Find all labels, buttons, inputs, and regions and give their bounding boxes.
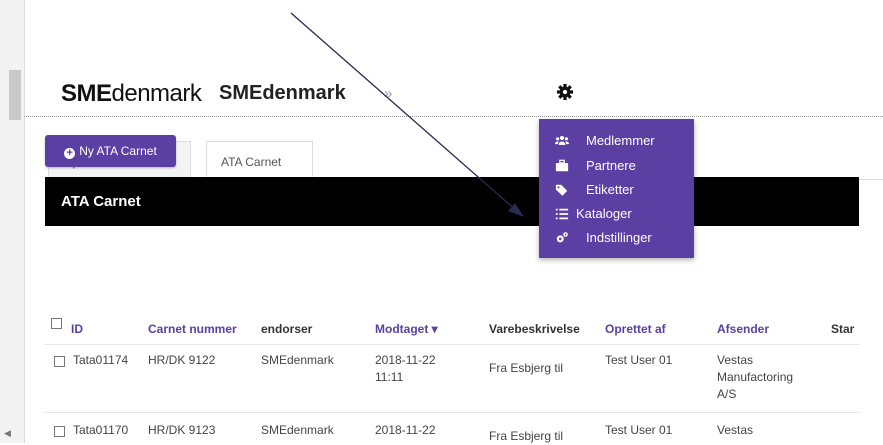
column-header-star: Star <box>831 322 855 336</box>
menu-item-label: Indstillinger <box>586 230 652 245</box>
cell-varebeskrivelse: Fra Esbjerg til <box>489 361 564 375</box>
panel-title: ATA Carnet <box>61 193 141 210</box>
select-all-checkbox[interactable] <box>51 318 62 329</box>
cell-id: Tata01170 <box>73 423 129 437</box>
menu-item-medlemmer[interactable]: Medlemmer <box>539 129 694 153</box>
column-header-varebeskrivelse: Varebeskrivelse <box>489 322 580 336</box>
panel-header: ATA Carnet <box>45 177 859 226</box>
list-icon <box>555 208 569 220</box>
cell-varebeskrivelse: Fra Esbjerg til <box>489 429 564 443</box>
logo-bold-text: SME <box>61 80 112 107</box>
cell-carnet: HR/DK 9123 <box>148 423 216 437</box>
left-scrollbar[interactable]: ◀ <box>0 0 25 443</box>
app-header: SMEdenmark SMEdenmark » <box>24 68 883 117</box>
cell-id: Tata01174 <box>73 353 129 367</box>
cell-endorser: SMEdenmark <box>261 423 334 437</box>
gears-icon <box>556 232 568 243</box>
tags-icon <box>555 184 568 196</box>
new-button-label: Ny ATA Carnet <box>79 143 157 158</box>
menu-item-etiketter[interactable]: Etiketter <box>539 178 694 202</box>
menu-item-kataloger[interactable]: Kataloger <box>539 202 694 226</box>
plus-circle-icon: + <box>64 147 76 159</box>
menu-item-label: Etiketter <box>586 182 634 197</box>
cell-oprettet-af: Test User 01 <box>605 353 673 367</box>
column-header-afsender[interactable]: Afsender <box>717 322 769 336</box>
app-frame: SMEdenmark SMEdenmark » Oprindelsescerti… <box>24 68 883 443</box>
menu-item-label: Partnere <box>586 158 636 173</box>
settings-dropdown-menu: Medlemmer Partnere Etiketter Kataloger I… <box>539 119 694 258</box>
cell-afsender-line1: Vestas <box>717 423 754 437</box>
logo-thin-text: denmark <box>111 80 202 107</box>
chevron-right-icon: » <box>384 85 393 102</box>
menu-item-indstillinger[interactable]: Indstillinger <box>539 226 694 250</box>
column-header-id[interactable]: ID <box>71 322 83 336</box>
column-header-endorser: endorser <box>261 322 313 336</box>
cell-modtaget-time: 11:11 <box>375 370 404 384</box>
column-header-carnet-nummer[interactable]: Carnet nummer <box>148 322 237 336</box>
users-icon <box>555 135 569 145</box>
column-header-modtaget[interactable]: Modtaget ▾ <box>375 322 438 336</box>
organization-title: SMEdenmark <box>219 82 346 104</box>
cell-endorser: SMEdenmark <box>261 353 334 367</box>
row-divider <box>45 344 859 345</box>
row-divider <box>45 412 859 413</box>
cell-oprettet-af: Test User 01 <box>605 423 673 437</box>
cell-afsender-line2: Manufactoring <box>717 370 794 384</box>
column-header-oprettet-af[interactable]: Oprettet af <box>605 322 666 336</box>
cell-modtaget-date: 2018-11-22 <box>375 353 436 367</box>
cell-afsender-line3: A/S <box>717 387 737 401</box>
brand-logo[interactable]: SMEdenmark <box>61 80 202 108</box>
row-checkbox[interactable] <box>54 426 65 437</box>
briefcase-icon <box>555 159 569 172</box>
gear-icon[interactable] <box>556 83 574 101</box>
tab-ata-carnet[interactable]: ATA Carnet <box>206 141 313 181</box>
row-checkbox[interactable] <box>54 356 65 367</box>
menu-item-partnere[interactable]: Partnere <box>539 154 694 178</box>
cell-carnet: HR/DK 9122 <box>148 353 216 367</box>
scroll-left-arrow-icon[interactable]: ◀ <box>4 428 11 439</box>
new-ata-carnet-button[interactable]: + Ny ATA Carnet <box>45 135 176 167</box>
menu-item-label: Kataloger <box>576 206 632 221</box>
menu-item-label: Medlemmer <box>586 133 655 148</box>
scrollbar-thumb[interactable] <box>9 70 21 120</box>
cell-modtaget-date: 2018-11-22 <box>375 423 436 437</box>
cell-afsender-line1: Vestas <box>717 353 754 367</box>
